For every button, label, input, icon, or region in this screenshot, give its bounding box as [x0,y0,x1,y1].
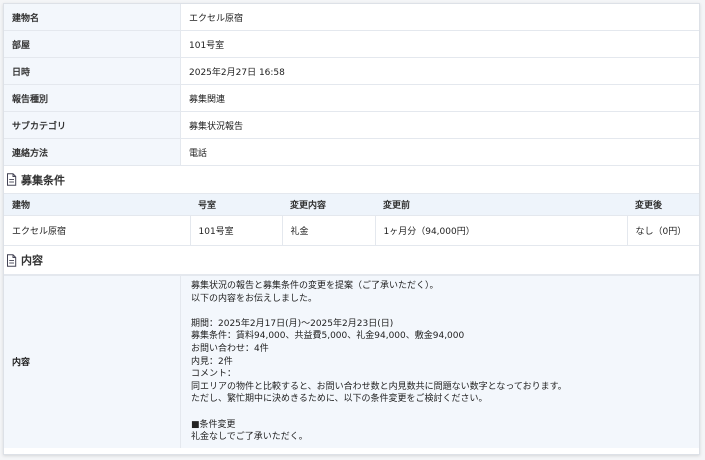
info-label: 部屋 [4,30,181,58]
recruit-conditions-table: 建物 号室 変更内容 変更前 変更後 エクセル原宿 101号室 礼金 1ヶ月分（… [4,194,699,246]
table-cell: 礼金 [282,215,376,246]
content-text: 募集状況の報告と募集条件の変更を提案（ご了承いただく）。 以下の内容をお伝えしま… [181,276,699,448]
section-title: 募集条件 [21,173,65,187]
info-value: 電話 [180,138,699,166]
info-row-room: 部屋 101号室 [4,30,699,58]
column-header: 建物 [4,194,190,216]
info-row-contact-method: 連絡方法 電話 [4,138,699,166]
info-row-datetime: 日時 2025年2月27日 16:58 [4,57,699,85]
table-cell: 1ヶ月分（94,000円） [375,215,628,246]
recruit-section-header: 募集条件 [4,166,699,194]
column-header: 変更後 [627,194,699,216]
content-section-header: 内容 [4,246,699,275]
document-icon [7,173,17,186]
content-label: 内容 [4,276,181,448]
info-label: 建物名 [4,4,181,31]
info-row-subcategory: サブカテゴリ 募集状況報告 [4,111,699,139]
table-cell: なし（0円） [627,215,699,246]
info-value: 募集関連 [180,84,699,112]
column-header: 号室 [190,194,282,216]
section-title: 内容 [21,254,43,267]
info-label: 日時 [4,57,181,85]
report-detail-panel: 建物名 エクセル原宿 部屋 101号室 日時 2025年2月27日 16:58 … [3,3,700,455]
info-value: 募集状況報告 [180,111,699,139]
info-value: 101号室 [180,30,699,58]
table-row: エクセル原宿 101号室 礼金 1ヶ月分（94,000円） なし（0円） [4,215,699,246]
column-header: 変更内容 [282,194,375,216]
info-value: 2025年2月27日 16:58 [180,57,699,85]
info-row-building: 建物名 エクセル原宿 [4,4,699,31]
info-value: エクセル原宿 [180,4,699,31]
info-label: 連絡方法 [4,138,181,166]
table-cell: エクセル原宿 [4,215,191,246]
table-header-row: 建物 号室 変更内容 変更前 変更後 [4,194,699,216]
info-label: サブカテゴリ [4,111,181,139]
column-header: 変更前 [375,194,627,216]
info-label: 報告種別 [4,84,181,112]
report-info-table: 建物名 エクセル原宿 部屋 101号室 日時 2025年2月27日 16:58 … [4,4,699,166]
table-cell: 101号室 [190,215,283,246]
document-icon [7,253,17,267]
content-row: 内容 募集状況の報告と募集条件の変更を提案（ご了承いただく）。 以下の内容をお伝… [4,275,699,448]
info-row-report-type: 報告種別 募集関連 [4,84,699,112]
